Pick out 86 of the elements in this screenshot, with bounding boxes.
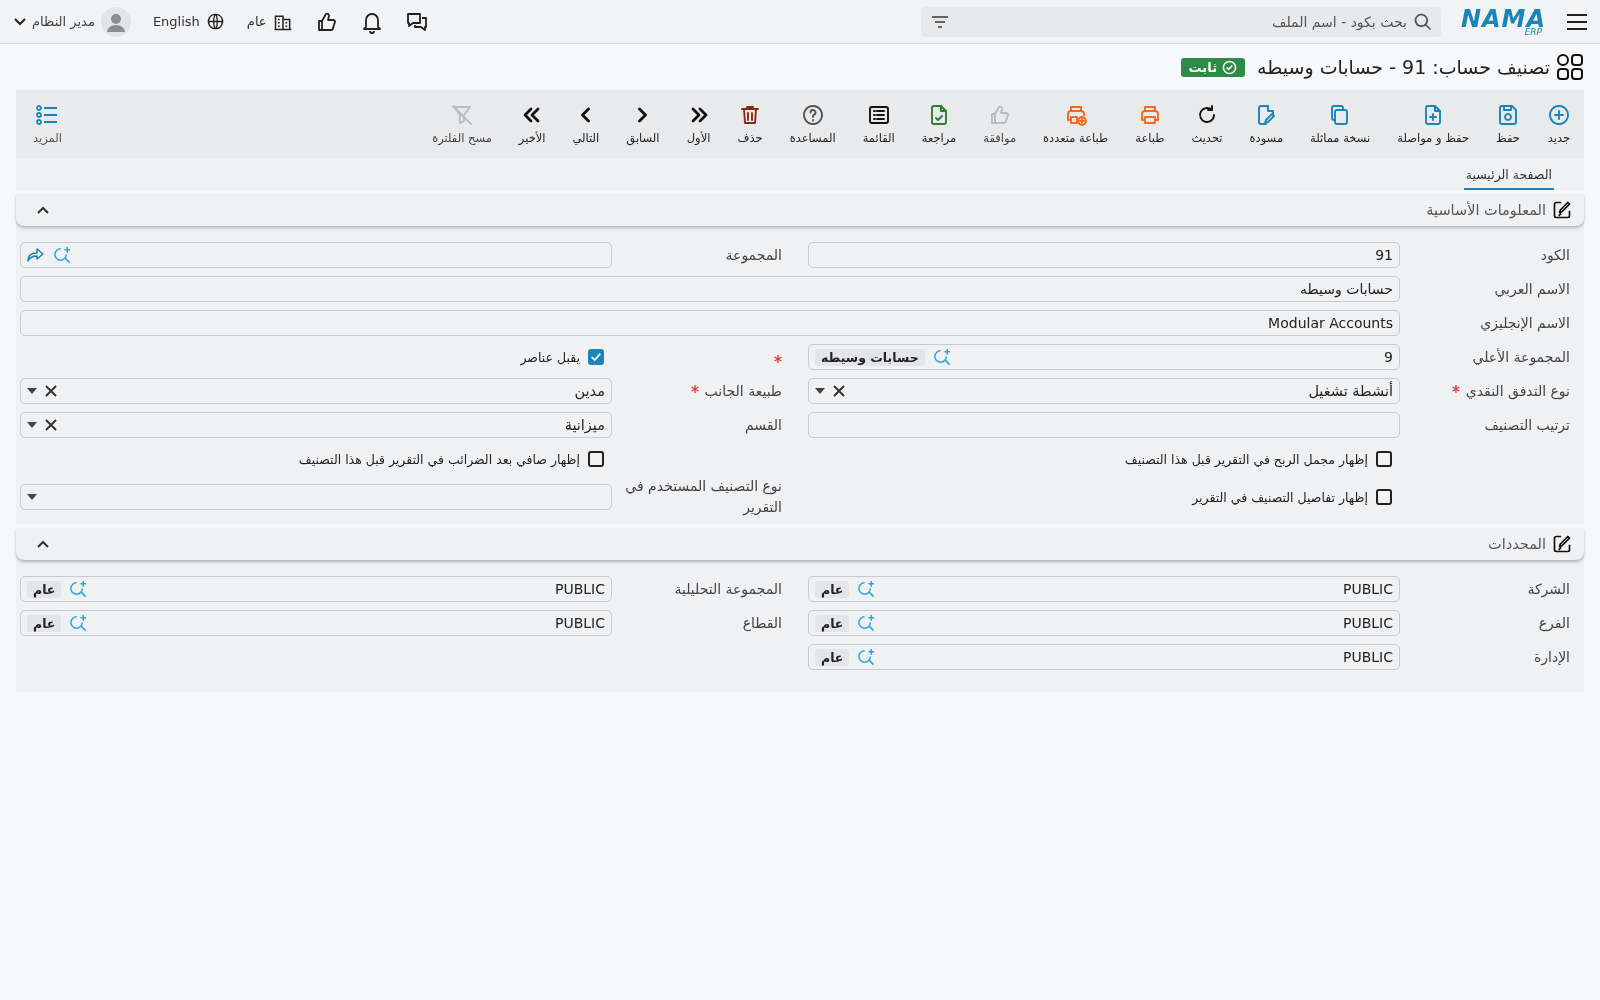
more-button[interactable]: المزيد (26, 99, 69, 149)
field-label: الاسم العربي (1494, 279, 1570, 300)
tab[interactable]: الصفحة الرئيسية (1463, 164, 1554, 190)
dropdown-field[interactable]: مدين (20, 378, 612, 404)
clear-icon[interactable] (45, 385, 57, 397)
value-chip: عام (27, 580, 62, 598)
edit-icon (1552, 200, 1572, 220)
filter-off-icon (450, 103, 474, 127)
text-field[interactable]: Modular Accounts (20, 310, 1400, 336)
field-label: المجموعة التحليلية (674, 579, 782, 600)
field-label: القطاع (742, 613, 782, 634)
chevron-down-icon (14, 17, 26, 26)
share-arrow-icon[interactable] (27, 247, 45, 263)
text-field[interactable]: 91 (808, 242, 1400, 268)
help-button[interactable]: المساعدة (782, 99, 843, 149)
dropdown-field[interactable]: أنشطة تشغيل (808, 378, 1400, 404)
field-label: الاسم الإنجليزي (1480, 313, 1570, 334)
clear-icon[interactable] (45, 419, 57, 431)
status-text: ثابت (1188, 59, 1217, 75)
field-label: الفرع (1538, 613, 1570, 634)
clear-icon[interactable] (833, 385, 845, 397)
last-button[interactable]: الأخير (511, 99, 553, 149)
field-label: نوع التصنيف المستخدم في التقرير (624, 477, 782, 518)
value-chip: عام (815, 648, 850, 666)
section-title: المعلومات الأساسية (1426, 202, 1546, 218)
section-header[interactable]: المحددات (16, 528, 1584, 560)
field-label: القسم (744, 415, 782, 436)
checkbox[interactable] (1376, 451, 1392, 467)
collapse-chevron-icon[interactable] (36, 539, 50, 549)
value-chip: عام (815, 614, 850, 632)
print-button[interactable]: طباعة (1128, 99, 1172, 149)
field-label: نوع التدفق النقدي (1465, 381, 1570, 402)
duplicate-button[interactable]: نسخة مماثلة (1303, 99, 1378, 149)
search-icon (1412, 11, 1433, 32)
delete-button[interactable]: حذف (730, 99, 770, 149)
caret-icon[interactable] (27, 494, 37, 500)
avatar-icon (100, 6, 131, 37)
language-button[interactable]: English (152, 12, 225, 31)
lookup-field[interactable] (20, 242, 612, 268)
field-label: المجموعة (725, 245, 782, 266)
save-button[interactable]: حفظ (1489, 99, 1527, 149)
review-button[interactable]: مراجعة (914, 99, 964, 149)
checkbox[interactable] (1376, 489, 1392, 505)
collapse-chevron-icon[interactable] (36, 205, 50, 215)
list-button[interactable]: القائمة (855, 99, 902, 149)
dropdown-field[interactable]: ميزانية (20, 412, 612, 438)
first-button[interactable]: الأول (679, 99, 718, 149)
next-button[interactable]: التالي (565, 99, 607, 149)
field-label: الشركة (1527, 579, 1570, 600)
value-chip: حسابات وسيطه (815, 348, 925, 366)
checkbox-label: إظهار صافي بعد الضرائب في التقرير قبل هذا التصنيف (298, 451, 580, 467)
check-circle-icon (1222, 59, 1237, 75)
field-label: ترتيب التصنيف (1484, 415, 1570, 436)
text-field[interactable] (808, 412, 1400, 438)
value-chip: عام (815, 580, 850, 598)
caret-icon[interactable] (27, 388, 37, 394)
field-label: الكود (1540, 245, 1570, 266)
caret-icon[interactable] (27, 422, 37, 428)
checkbox[interactable] (588, 349, 604, 365)
text-field[interactable]: حسابات وسيطه (20, 276, 1400, 302)
dropdown-field[interactable] (20, 484, 612, 510)
field-label: طبيعة الجانب (704, 381, 782, 401)
organization-button[interactable]: عام (246, 11, 293, 32)
list-bullets-icon (35, 103, 60, 127)
section-title: المحددات (1488, 536, 1546, 552)
globe-icon (205, 12, 225, 31)
new-button[interactable]: جديد (1540, 99, 1578, 149)
refresh-button[interactable]: تحديث (1184, 99, 1230, 149)
filter-icon[interactable] (930, 14, 949, 29)
caret-icon[interactable] (815, 388, 825, 394)
user-menu[interactable]: مدير النظام (14, 6, 131, 37)
field-label: المجموعة الأعلي (1472, 347, 1570, 368)
draft-button[interactable]: مسودة (1242, 99, 1291, 149)
section-header[interactable]: المعلومات الأساسية (16, 194, 1584, 226)
value-chip: عام (27, 614, 62, 632)
search-field[interactable]: بحث بكود - اسم الملف (920, 6, 1441, 37)
checkbox-label: إظهار مجمل الربح في التقرير قبل هذا التصنيف (1124, 451, 1368, 467)
apps-grid-icon[interactable] (1556, 53, 1584, 81)
field-label: الإدارة (1533, 647, 1570, 668)
menu-icon[interactable] (1566, 12, 1588, 31)
checkbox[interactable] (588, 451, 604, 467)
checkbox-label: إظهار تفاصيل التصنيف في التقرير (1192, 489, 1368, 505)
page-title: تصنيف حساب: 91 - حسابات وسيطه (1257, 56, 1550, 78)
edit-icon (1552, 534, 1572, 554)
previous-button[interactable]: السابق (619, 99, 667, 149)
checkbox-label: يقبل عناصر (520, 349, 580, 365)
